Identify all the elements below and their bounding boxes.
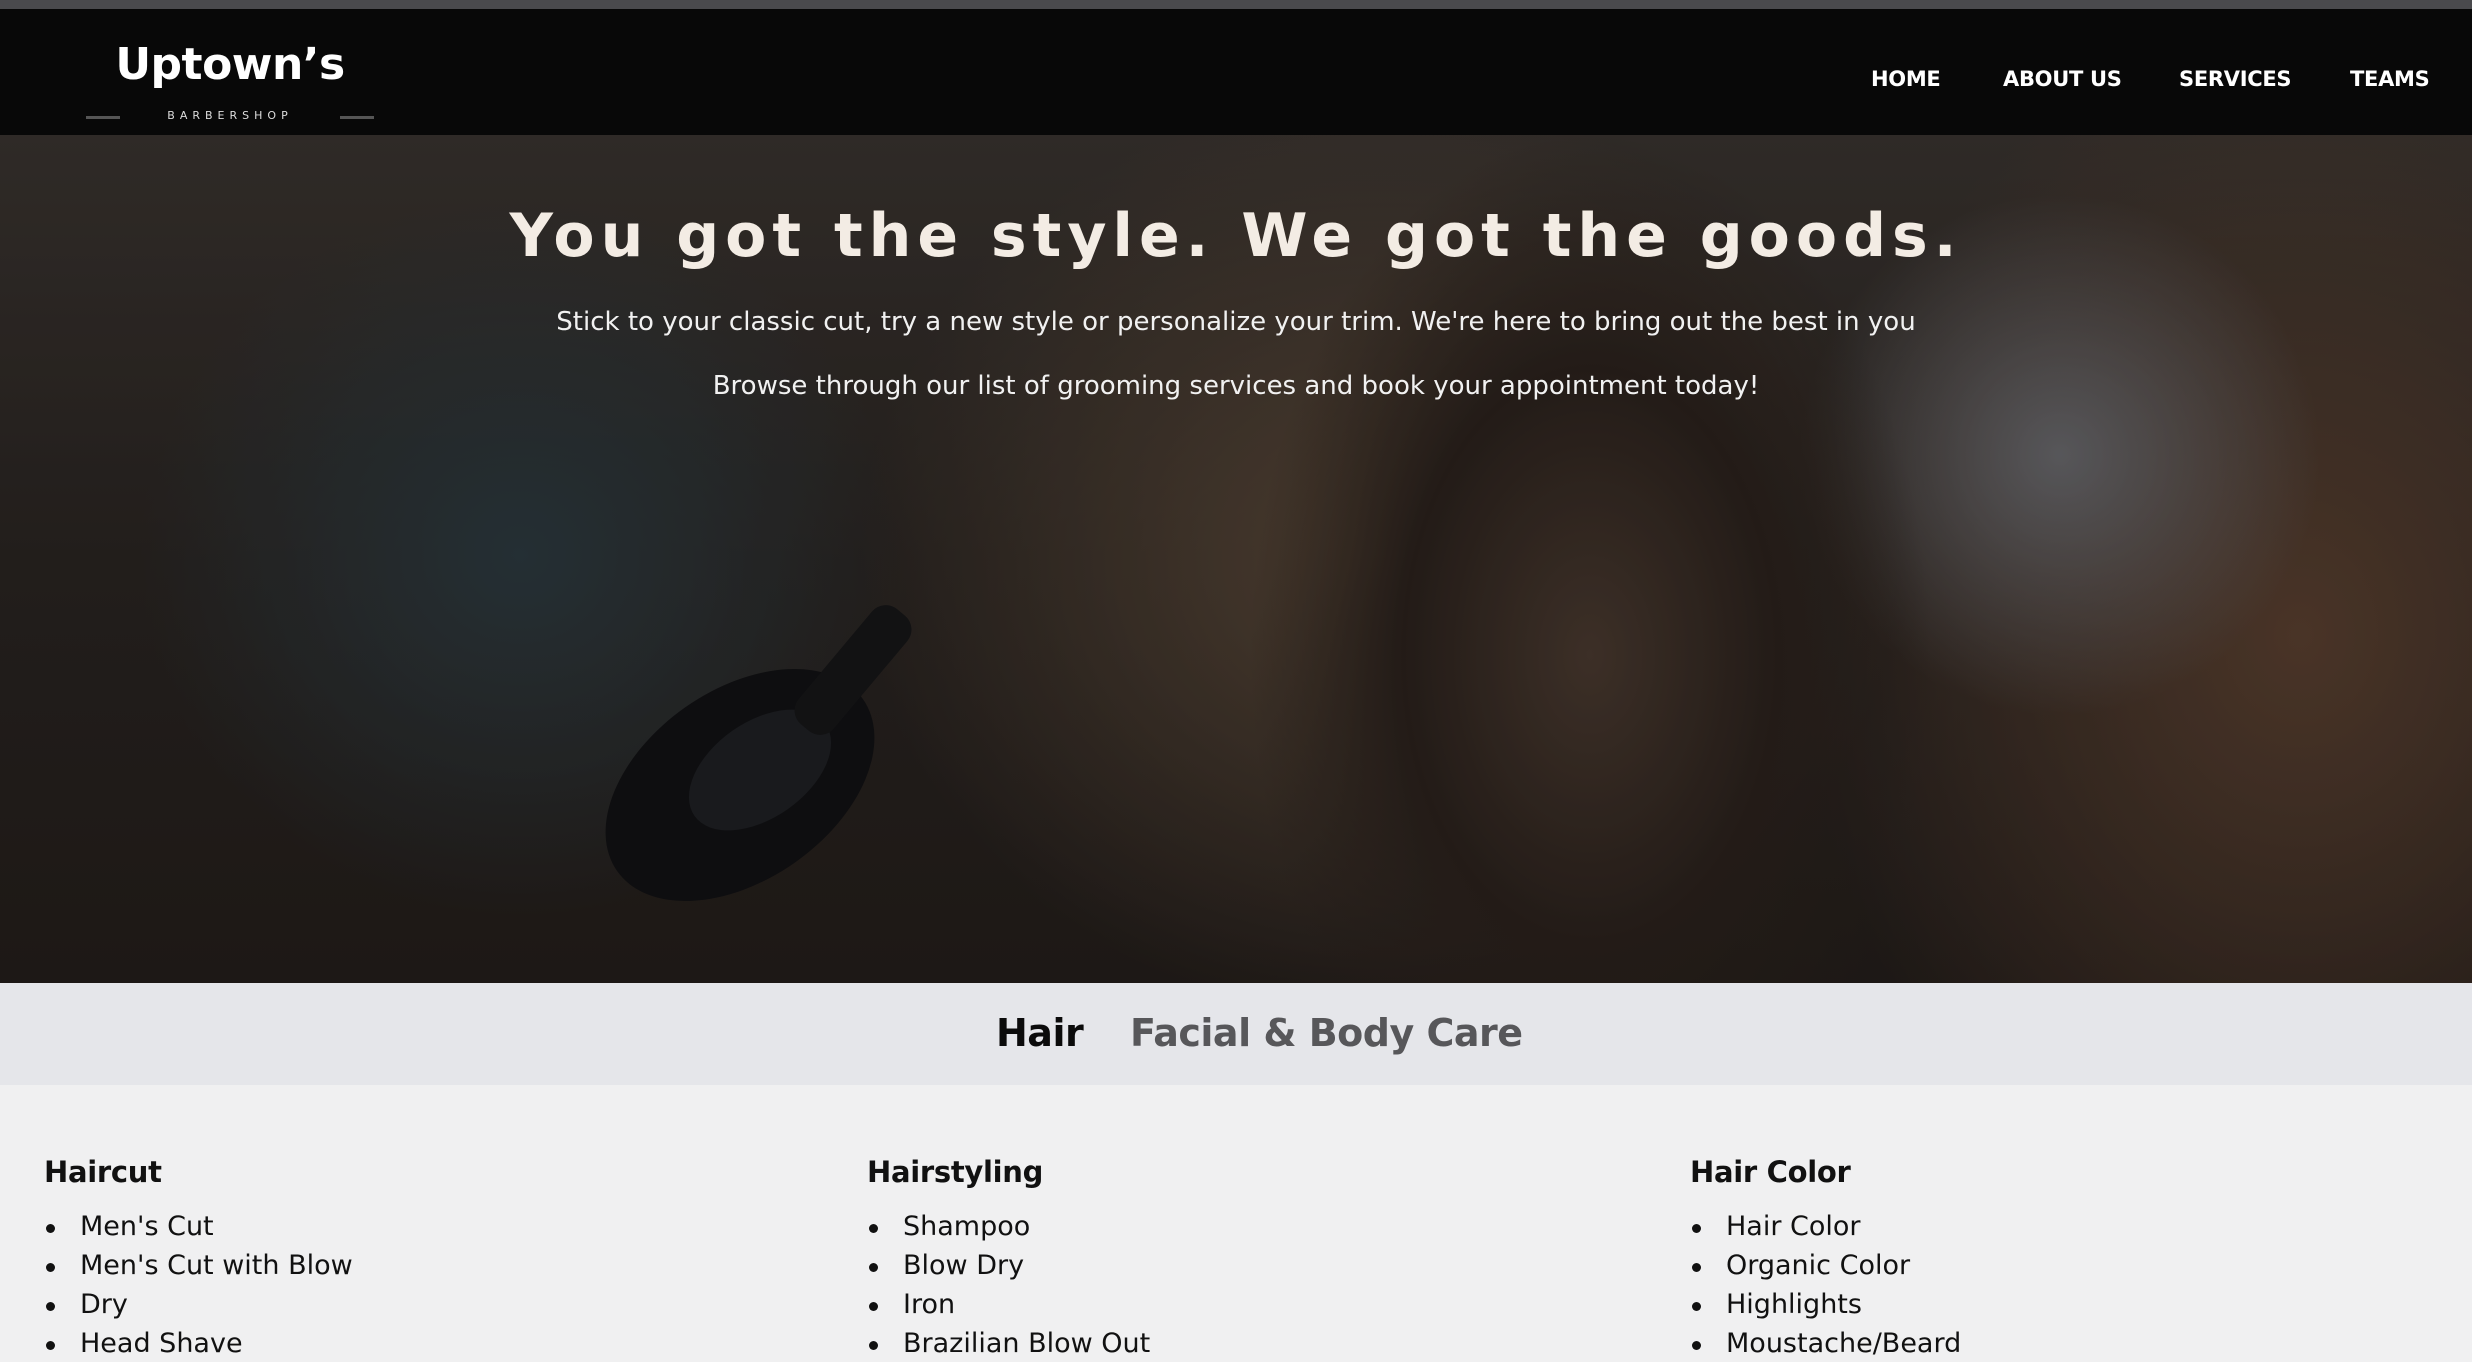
nav-home[interactable]: HOME [1871,67,1941,91]
bullet-icon [1692,1341,1701,1350]
service-item[interactable]: Men's Cut [44,1211,824,1250]
nav-services[interactable]: SERVICES [2179,67,2291,91]
nav-teams[interactable]: TEAMS [2350,67,2430,91]
service-item[interactable]: Iron [867,1289,1647,1328]
bullet-icon [1692,1263,1701,1272]
bullet-icon [46,1263,55,1272]
hero-banner: You got the style. We got the goods. Sti… [0,135,2472,983]
service-item[interactable]: Hair Color [1690,1211,2470,1250]
navbar: Uptown’s BARBERSHOP HOME ABOUT US SERVIC… [0,9,2472,135]
bullet-icon [46,1224,55,1233]
service-group-title: Hair Color [1690,1155,1851,1189]
brand-logo[interactable]: Uptown’s BARBERSHOP [84,39,376,129]
service-item[interactable]: Highlights [1690,1289,2470,1328]
service-category-tabs: Hair Facial & Body Care [0,983,2472,1085]
service-group-title: Hairstyling [867,1155,1044,1189]
bullet-icon [1692,1224,1701,1233]
nav-about-us[interactable]: ABOUT US [2003,67,2122,91]
bullet-icon [46,1341,55,1350]
hero-title: You got the style. We got the goods. [509,201,1963,271]
brand-tagline: BARBERSHOP [167,109,293,122]
bullet-icon [869,1341,878,1350]
bullet-icon [46,1302,55,1311]
service-item[interactable]: Shampoo [867,1211,1647,1250]
bullet-icon [869,1263,878,1272]
service-group-hairstyling: Hairstyling Shampoo Blow Dry Iron Brazil… [867,1155,1647,1362]
service-item[interactable]: Organic Color [1690,1250,2470,1289]
service-group-title: Haircut [44,1155,162,1189]
service-item[interactable]: Dry [44,1289,824,1328]
bullet-icon [869,1224,878,1233]
top-border [0,0,2472,9]
service-item[interactable]: Head Shave [44,1328,824,1362]
hero-subtitle-2: Browse through our list of grooming serv… [712,371,1760,401]
logo-divider-right [340,116,374,119]
service-item[interactable]: Blow Dry [867,1250,1647,1289]
tab-hair[interactable]: Hair [996,1011,1084,1055]
services-list: Haircut Men's Cut Men's Cut with Blow Dr… [0,1085,2472,1362]
hero-subtitle-1: Stick to your classic cut, try a new sty… [556,307,1916,337]
service-item[interactable]: Moustache/Beard [1690,1328,2470,1362]
service-item[interactable]: Brazilian Blow Out [867,1328,1647,1362]
service-group-hair-color: Hair Color Hair Color Organic Color High… [1690,1155,2470,1362]
service-item[interactable]: Men's Cut with Blow [44,1250,824,1289]
tab-facial-body-care[interactable]: Facial & Body Care [1130,1011,1523,1055]
brand-name: Uptown’s [115,39,345,90]
service-group-haircut: Haircut Men's Cut Men's Cut with Blow Dr… [44,1155,824,1362]
bullet-icon [1692,1302,1701,1311]
bullet-icon [869,1302,878,1311]
